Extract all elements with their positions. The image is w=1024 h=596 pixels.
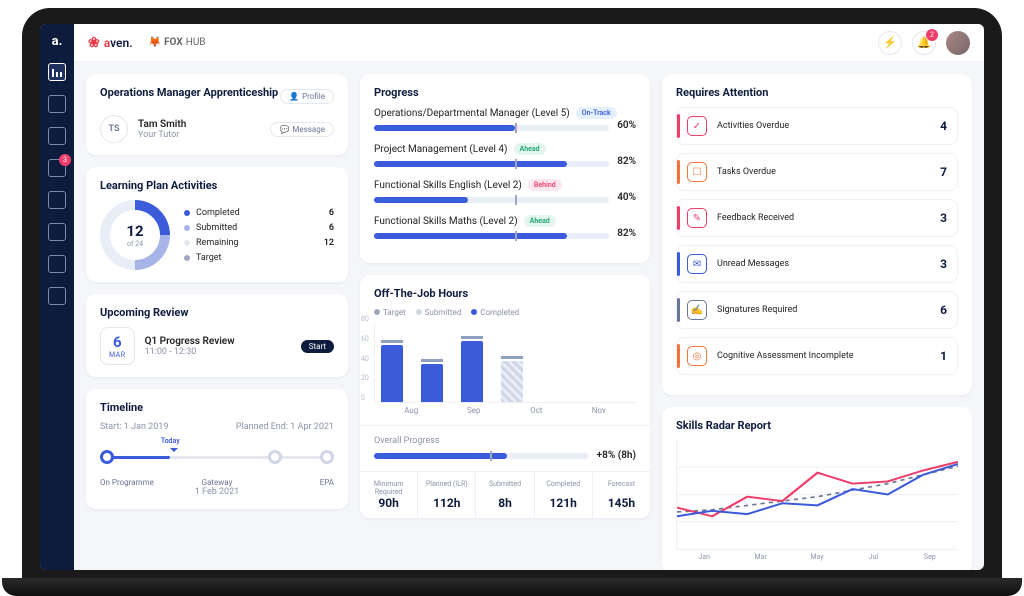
progress-item[interactable]: Functional Skills English (Level 2)Behin…: [374, 179, 636, 203]
legend-row: Submitted6: [184, 223, 334, 233]
attention-item[interactable]: ☐ Tasks Overdue7: [676, 153, 958, 191]
progress-item[interactable]: Operations/Departmental Manager (Level 5…: [374, 107, 636, 131]
attention-item[interactable]: ◎ Cognitive Assessment Incomplete1: [676, 337, 958, 375]
activities-donut: 12 of 24: [100, 200, 170, 270]
attention-icon: ☐: [687, 162, 707, 182]
user-avatar[interactable]: [946, 31, 970, 55]
status-badge: Ahead: [514, 143, 546, 155]
attention-icon: ✉: [687, 254, 707, 274]
otj-stat: Minimum Required90h: [360, 472, 418, 518]
nav-clipboard-icon[interactable]: [48, 127, 66, 145]
attention-icon: ✓: [687, 116, 707, 136]
review-time: 11:00 - 12:30: [145, 347, 235, 357]
leaf-icon: ❀: [88, 35, 100, 51]
timeline-card: Timeline Start: 1 Jan 2019 Planned End: …: [86, 389, 348, 509]
nav-clock-icon[interactable]: [48, 255, 66, 273]
radar-title: Skills Radar Report: [676, 419, 958, 432]
brand-foxhub: 🦊 FOXHUB: [149, 37, 206, 48]
app-logo[interactable]: a.: [52, 34, 63, 49]
attention-icon: ✎: [687, 208, 707, 228]
review-card: Upcoming Review 6 MAR Q1 Progress Review…: [86, 294, 348, 377]
otj-legend: Target Submitted Completed: [374, 308, 636, 317]
attention-icon: ◎: [687, 346, 707, 366]
attention-item[interactable]: ✍ Signatures Required6: [676, 291, 958, 329]
chat-icon: 💬: [279, 125, 289, 134]
fox-icon: 🦊: [149, 37, 161, 48]
progress-item[interactable]: Project Management (Level 4)Ahead 82%: [374, 143, 636, 167]
programme-title: Operations Manager Apprenticeship: [100, 86, 278, 99]
legend-row: Completed6: [184, 208, 334, 218]
status-badge: Behind: [528, 179, 562, 191]
legend-row: Remaining12: [184, 238, 334, 248]
progress-item[interactable]: Functional Skills Maths (Level 2)Ahead 8…: [374, 215, 636, 239]
activities-card: Learning Plan Activities 12 of 24 Comple…: [86, 167, 348, 282]
timeline-today: Today: [161, 437, 180, 445]
nav-rail: a. 3: [40, 24, 74, 570]
bolt-icon[interactable]: ⚡: [878, 31, 902, 55]
laptop-base: [2, 578, 1022, 596]
bell-icon[interactable]: 🔔2: [912, 31, 936, 55]
overall-label: Overall Progress: [374, 436, 636, 446]
attention-item[interactable]: ✎ Feedback Received3: [676, 199, 958, 237]
message-button[interactable]: 💬Message: [270, 122, 334, 137]
timeline-title: Timeline: [100, 401, 334, 414]
laptop-frame: a. 3 ❀ aven. 🦊 FOXHUB ⚡ �: [22, 8, 1002, 588]
otj-card: Off-The-Job Hours Target Submitted Compl…: [360, 275, 650, 518]
otj-barchart: 020406080: [374, 323, 636, 403]
top-bar: ❀ aven. 🦊 FOXHUB ⚡ 🔔2: [74, 24, 984, 62]
overall-delta: +8% (8h): [597, 450, 636, 461]
timeline-track: Today: [100, 438, 334, 478]
otj-bar: [461, 341, 483, 402]
profile-button[interactable]: 👤Profile: [280, 89, 334, 104]
start-button[interactable]: Start: [301, 340, 334, 353]
tutor-avatar: TS: [100, 115, 128, 143]
otj-bar: [421, 364, 443, 402]
activities-title: Learning Plan Activities: [100, 179, 334, 192]
progress-title: Progress: [374, 86, 636, 99]
attention-card: Requires Attention ✓ Activities Overdue4…: [662, 74, 972, 395]
legend-row: Target: [184, 253, 334, 263]
status-badge: On-Track: [576, 107, 617, 119]
app-screen: a. 3 ❀ aven. 🦊 FOXHUB ⚡ �: [40, 24, 984, 570]
user-icon: 👤: [289, 92, 299, 101]
attention-item[interactable]: ✓ Activities Overdue4: [676, 107, 958, 145]
otj-title: Off-The-Job Hours: [374, 287, 636, 300]
radar-card: Skills Radar Report JanMarMa: [662, 407, 972, 570]
nav-chat-icon[interactable]: 3: [48, 159, 66, 177]
otj-bar: [381, 345, 403, 402]
otj-bar: [501, 361, 523, 402]
attention-icon: ✍: [687, 300, 707, 320]
review-date: 6 MAR: [100, 327, 135, 365]
otj-stat: Planned (ILR)112h: [418, 472, 476, 518]
attention-title: Requires Attention: [676, 86, 958, 99]
tutor-role: Your Tutor: [138, 130, 186, 140]
attention-item[interactable]: ✉ Unread Messages3: [676, 245, 958, 283]
otj-stat: Submitted8h: [476, 472, 534, 518]
nav-file-icon[interactable]: [48, 191, 66, 209]
otj-stats: Minimum Required90hPlanned (ILR)112hSubm…: [360, 471, 650, 518]
header-card: Operations Manager Apprenticeship 👤Profi…: [86, 74, 348, 155]
activities-legend: Completed6 Submitted6 Remaining12 Target: [184, 208, 334, 263]
tutor-name: Tam Smith: [138, 119, 186, 130]
nav-user-icon[interactable]: [48, 223, 66, 241]
progress-card: Progress Operations/Departmental Manager…: [360, 74, 650, 263]
otj-stat: Forecast145h: [593, 472, 650, 518]
review-title: Upcoming Review: [100, 306, 334, 319]
review-name: Q1 Progress Review: [145, 336, 235, 347]
otj-stat: Completed121h: [535, 472, 593, 518]
brand-aven: ❀ aven.: [88, 35, 133, 51]
radar-linechart: [676, 440, 958, 550]
nav-dashboard-icon[interactable]: [48, 63, 66, 81]
nav-check-icon[interactable]: [48, 95, 66, 113]
status-badge: Ahead: [524, 215, 556, 227]
nav-export-icon[interactable]: [48, 287, 66, 305]
